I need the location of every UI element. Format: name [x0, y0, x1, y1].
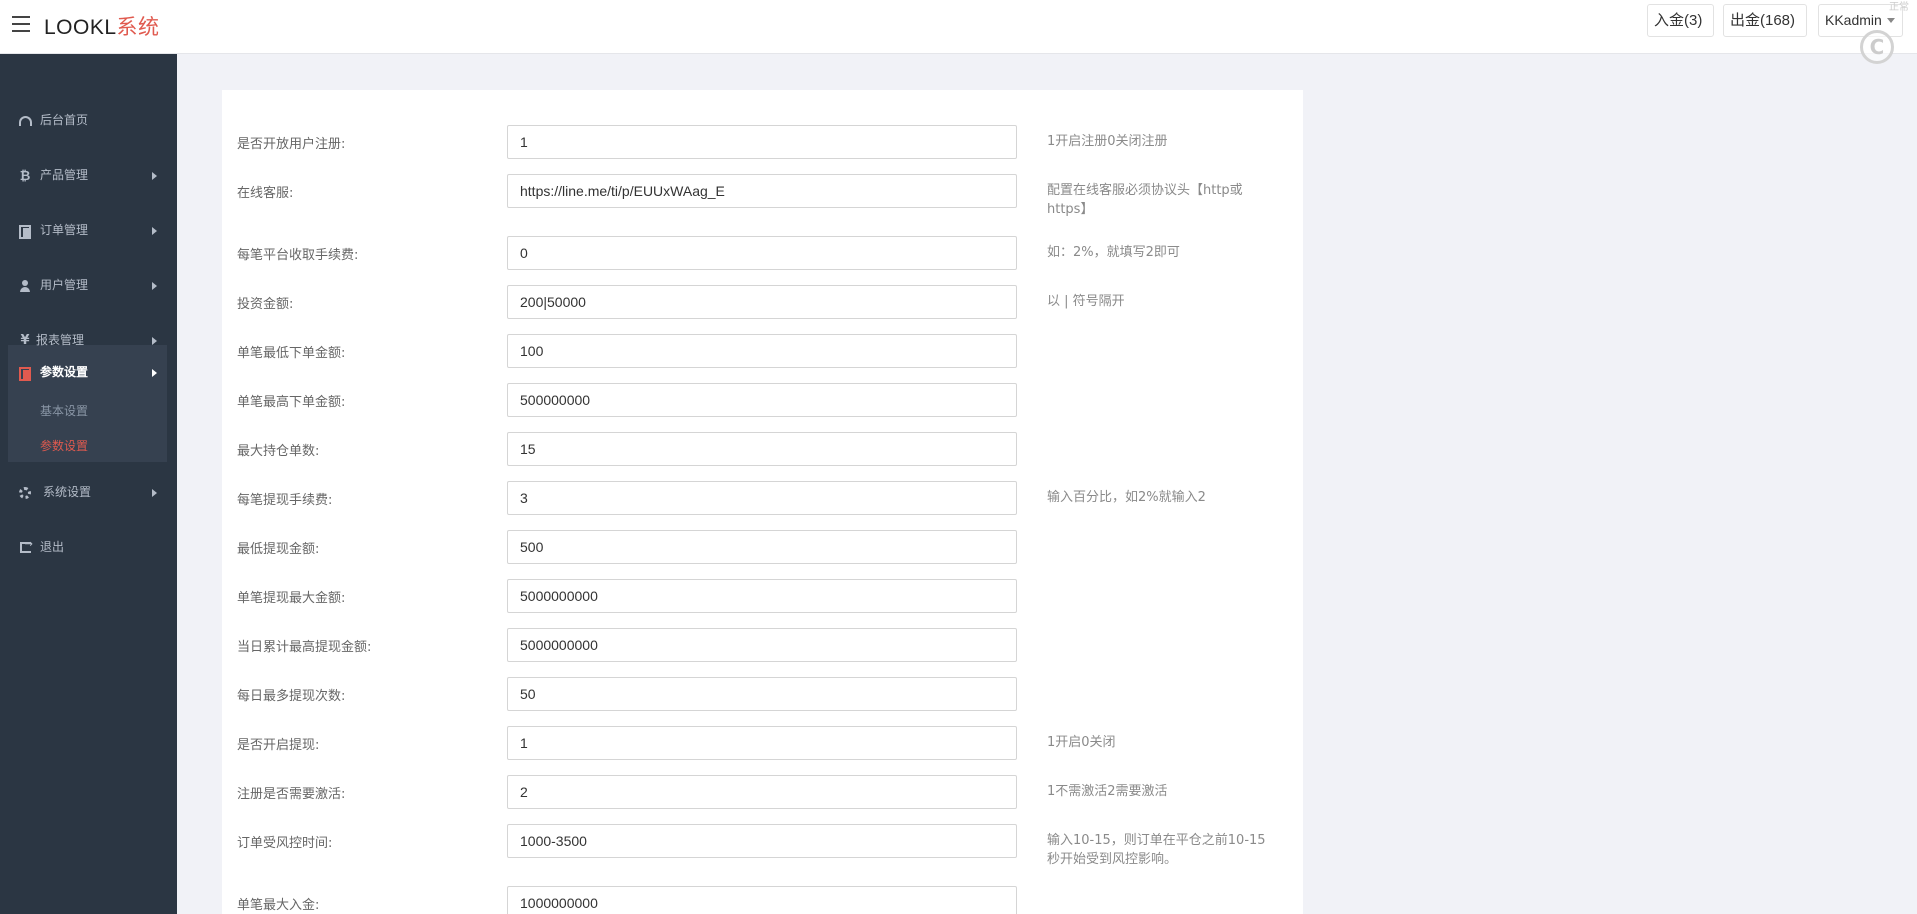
investment-amount-input[interactable]: 200|50000	[507, 285, 1017, 319]
max-order-amount-input[interactable]: 500000000	[507, 383, 1017, 417]
sidebar-subitem-basic-settings[interactable]: 基本设置	[40, 402, 88, 419]
bitcoin-icon: ₿	[19, 168, 31, 184]
sidebar-item-system-settings[interactable]: 系统设置	[0, 465, 177, 520]
copy-icon	[17, 203, 33, 258]
sidebar-item-logout[interactable]: 退出	[0, 520, 177, 575]
max-deposit-input[interactable]: 1000000000	[507, 886, 1017, 914]
form-label: 在线客服:	[237, 186, 294, 201]
menu-toggle-icon[interactable]	[12, 16, 30, 32]
sidebar-item-parameters[interactable]: 参数设置	[0, 345, 177, 400]
sign-out-icon	[17, 520, 33, 575]
sidebar-item-label: 系统设置	[43, 485, 92, 499]
form-help: 1不需激活2需要激活	[1047, 784, 1168, 799]
chevron-right-icon	[152, 227, 157, 235]
form-label: 是否开放用户注册:	[237, 137, 346, 152]
status-text: 正常	[1889, 2, 1909, 13]
form-label: 是否开启提现:	[237, 738, 320, 753]
max-withdraw-single-input[interactable]: 5000000000	[507, 579, 1017, 613]
form-label: 注册是否需要激活:	[237, 787, 346, 802]
withdraw-button[interactable]: 出金(168)	[1723, 4, 1807, 37]
chevron-right-icon	[152, 282, 157, 290]
copy-icon	[17, 345, 33, 400]
daily-withdraw-count-input[interactable]: 50	[507, 677, 1017, 711]
gears-icon	[17, 465, 33, 520]
form-label: 最低提现金额:	[237, 542, 320, 557]
sidebar-item-label: 参数设置	[40, 365, 89, 379]
risk-control-time-input[interactable]: 1000-3500	[507, 824, 1017, 858]
form-label: 每日最多提现次数:	[237, 689, 346, 704]
form-label: 单笔最高下单金额:	[237, 395, 346, 410]
min-withdraw-input[interactable]: 500	[507, 530, 1017, 564]
registration-activation-input[interactable]: 2	[507, 775, 1017, 809]
form-label: 投资金额:	[237, 297, 294, 312]
form-help: 以 | 符号隔开	[1047, 294, 1125, 309]
chevron-right-icon	[152, 172, 157, 180]
platform-fee-input[interactable]: 0	[507, 236, 1017, 270]
allow-registration-input[interactable]: 1	[507, 125, 1017, 159]
form-label: 当日累计最高提现金额:	[237, 640, 372, 655]
form-help: 如：2%，就填写2即可	[1047, 245, 1180, 260]
enable-withdraw-input[interactable]: 1	[507, 726, 1017, 760]
max-positions-input[interactable]: 15	[507, 432, 1017, 466]
sidebar-item-label: 后台首页	[40, 113, 89, 127]
settings-form-panel: 是否开放用户注册: 1 1开启注册0关闭注册 在线客服: https://lin…	[222, 90, 1303, 914]
chevron-right-icon	[152, 337, 157, 345]
withdraw-fee-input[interactable]: 3	[507, 481, 1017, 515]
logo-accent: 系统	[116, 16, 160, 39]
top-bar: LOOKL系统 入金(3) 出金(168) KKadmin 正常 C	[0, 0, 1917, 64]
user-name: KKadmin	[1825, 12, 1882, 28]
max-withdraw-daily-input[interactable]: 5000000000	[507, 628, 1017, 662]
form-label: 单笔最低下单金额:	[237, 346, 346, 361]
sidebar-item-orders[interactable]: 订单管理	[0, 203, 177, 258]
online-service-input[interactable]: https://line.me/ti/p/EUUxWAag_E	[507, 174, 1017, 208]
caret-down-icon	[1886, 18, 1895, 23]
sidebar-subitem-parameter-settings[interactable]: 参数设置	[40, 437, 88, 454]
sidebar: 后台首页 ₿ 产品管理 订单管理 用户管理 ¥ 报表管理 参数设置 基本设置 参…	[0, 54, 177, 914]
app-logo[interactable]: LOOKL系统	[44, 11, 160, 41]
deposit-button[interactable]: 入金(3)	[1647, 4, 1714, 37]
form-help: 配置在线客服必须协议头【http或https】	[1047, 183, 1243, 217]
dashboard-icon	[17, 93, 33, 148]
chevron-right-icon	[152, 489, 157, 497]
user-icon	[17, 258, 33, 313]
sidebar-item-products[interactable]: ₿ 产品管理	[0, 148, 177, 203]
form-label: 最大持仓单数:	[237, 444, 320, 459]
form-help: 1开启注册0关闭注册	[1047, 134, 1168, 149]
sidebar-item-label: 退出	[40, 540, 65, 554]
form-label: 每笔平台收取手续费:	[237, 248, 359, 263]
sidebar-item-dashboard[interactable]: 后台首页	[0, 93, 177, 148]
sidebar-item-label: 订单管理	[40, 223, 89, 237]
logo-main: LOOKL	[44, 16, 117, 39]
form-label: 单笔提现最大金额:	[237, 591, 346, 606]
form-help: 输入10-15，则订单在平仓之前10-15秒开始受到风控影响。	[1047, 833, 1266, 867]
sidebar-item-label: 用户管理	[40, 278, 89, 292]
form-label: 订单受风控时间:	[237, 836, 333, 851]
min-order-amount-input[interactable]: 100	[507, 334, 1017, 368]
form-label: 每笔提现手续费:	[237, 493, 333, 508]
form-help: 输入百分比，如2%就输入2	[1047, 490, 1206, 505]
copyright-watermark-icon: C	[1860, 30, 1894, 64]
chevron-right-icon	[152, 369, 157, 377]
sidebar-item-users[interactable]: 用户管理	[0, 258, 177, 313]
form-label: 单笔最大入金:	[237, 898, 320, 913]
sidebar-item-label: 产品管理	[40, 168, 89, 182]
form-help: 1开启0关闭	[1047, 735, 1116, 750]
